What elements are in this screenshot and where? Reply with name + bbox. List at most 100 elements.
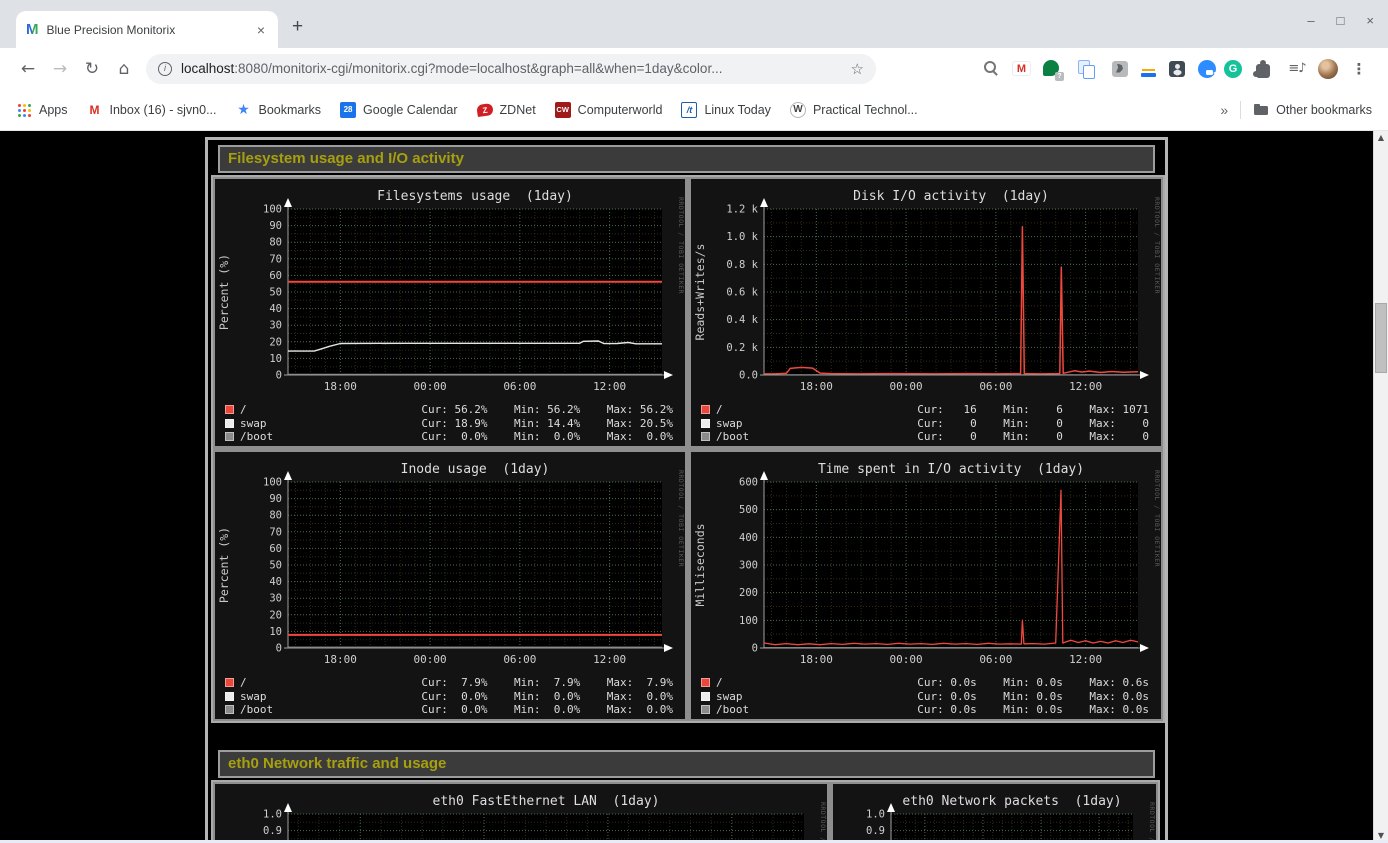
bookmarks-divider — [1240, 101, 1241, 119]
url-text[interactable]: localhost:8080/monitorix-cgi/monitorix.c… — [181, 61, 722, 76]
legend-stats: Cur: 0.0s Min: 0.0s Max: 0.6s — [917, 676, 1149, 689]
y-tick-label: 50 — [269, 287, 282, 299]
menu-icon[interactable]: ⋮ — [1346, 56, 1372, 82]
legend-label: /boot — [716, 430, 749, 443]
bookmark-item-apps[interactable]: Apps — [16, 102, 68, 118]
page-content: Filesystem usage and I/O activity 010203… — [0, 131, 1388, 843]
zdnet-icon: Z — [476, 102, 494, 116]
person-icon[interactable] — [1164, 56, 1190, 82]
scrollbar-up-arrow[interactable]: ▲ — [1374, 131, 1388, 145]
chart-panel-eth0_lan[interactable]: 0.00.10.20.30.40.50.60.70.80.91.018:0000… — [215, 784, 827, 843]
chart-graph-eth0_packets: 0.00.10.20.30.40.50.60.70.80.91.018:0000… — [833, 784, 1156, 843]
y-tick-label: 70 — [269, 253, 282, 265]
close-button[interactable]: × — [1366, 13, 1374, 28]
y-tick-label: 10 — [269, 353, 282, 365]
chart-legend: / Cur: 0.0s Min: 0.0s Max: 0.6s swap Cur: 0… — [701, 676, 1149, 717]
chart-panel-io_time[interactable]: 010020030040050060018:0000:0006:0012:00T… — [691, 452, 1161, 719]
bookmark-item-calendar[interactable]: 28 Google Calendar — [340, 102, 458, 118]
x-tick-label: 12:00 — [593, 653, 626, 666]
legend-stats: Cur: 0.0s Min: 0.0s Max: 0.0s — [917, 690, 1149, 703]
bookmark-item-zdnet[interactable]: ZZDNet — [477, 103, 536, 117]
legend-row: /bootCur: 0.0s Min: 0.0s Max: 0.0s — [701, 703, 1149, 717]
zoom-cam-icon[interactable] — [1198, 60, 1216, 78]
legend-swatch-icon — [701, 678, 710, 687]
bookmark-label: Google Calendar — [363, 103, 458, 117]
legend-label: /boot — [240, 430, 273, 443]
y-tick-label: 100 — [263, 204, 282, 216]
home-button[interactable]: ⌂ — [108, 59, 140, 79]
page-info-icon[interactable]: i — [158, 62, 172, 76]
playlist-icon[interactable]: ≡♪ — [1284, 56, 1310, 82]
bookmarks-overflow-chevron[interactable]: » — [1220, 102, 1228, 118]
scrollbar-thumb[interactable] — [1375, 303, 1387, 373]
y-tick-label: 0 — [276, 370, 282, 382]
legend-swatch-icon — [225, 419, 234, 428]
y-tick-label: 10 — [269, 626, 282, 638]
x-tick-label: 06:00 — [503, 380, 536, 393]
calendar-icon: 28 — [340, 102, 356, 118]
legend-label: /boot — [240, 703, 273, 716]
chat-icon[interactable] — [1039, 56, 1065, 82]
books-icon[interactable] — [1141, 73, 1156, 77]
x-tick-label: 00:00 — [890, 380, 923, 393]
y-tick-label: 40 — [269, 576, 282, 588]
back-button[interactable]: ← — [12, 59, 44, 79]
y-tick-label: 90 — [269, 493, 282, 505]
search-icon[interactable] — [978, 56, 1004, 82]
y-axis-label: Milliseconds — [693, 523, 707, 606]
other-bookmarks-button[interactable]: Other bookmarks — [1253, 102, 1372, 118]
grammarly-icon[interactable]: G — [1224, 60, 1242, 78]
chart-panel-disk_io[interactable]: 0.00.2 k0.4 k0.6 k0.8 k1.0 k1.2 k18:0000… — [691, 179, 1161, 446]
chart-graph-eth0_lan: 0.00.10.20.30.40.50.60.70.80.91.018:0000… — [215, 784, 827, 843]
new-tab-button[interactable]: + — [292, 16, 303, 38]
y-axis-label: Reads+Writes/s — [693, 244, 707, 341]
avatar-icon[interactable] — [1318, 59, 1338, 79]
y-tick-label: 40 — [269, 303, 282, 315]
y-tick-label: 1.0 — [866, 809, 885, 821]
legend-stats: Cur: 0.0% Min: 0.0% Max: 0.0% — [421, 703, 673, 716]
chart-panel-inode[interactable]: 010203040506070809010018:0000:0006:0012:… — [215, 452, 685, 719]
reload-button[interactable]: ↻ — [76, 59, 108, 79]
vertical-scrollbar[interactable]: ▲ ▼ — [1373, 131, 1388, 843]
legend-stats: Cur: 16 Min: 6 Max: 1071 — [917, 403, 1149, 416]
legend-row: /bootCur: 0.0% Min: 0.0% Max: 0.0% — [225, 430, 673, 444]
gmail-icon[interactable]: M — [1012, 61, 1031, 76]
y-tick-label: 100 — [263, 477, 282, 489]
legend-label: swap — [716, 690, 743, 703]
bookmark-item-gmail[interactable]: MInbox (16) - sjvn0... — [87, 102, 217, 118]
y-tick-label: 0.8 k — [726, 259, 758, 271]
chart-panel-fs_usage[interactable]: 010203040506070809010018:0000:0006:0012:… — [215, 179, 685, 446]
address-bar[interactable]: i localhost:8080/monitorix-cgi/monitorix… — [146, 54, 876, 84]
chart-panel-eth0_packets[interactable]: 0.00.10.20.30.40.50.60.70.80.91.018:0000… — [833, 784, 1156, 843]
forward-button[interactable]: → — [44, 59, 76, 79]
puzzle-icon[interactable] — [1250, 56, 1276, 82]
rrdtool-watermark: RRDTOOL / TOBI OETIKER — [677, 470, 685, 567]
tab-close-icon[interactable]: × — [254, 22, 268, 38]
legend-row: swapCur: 0 Min: 0 Max: 0 — [701, 417, 1149, 431]
bookmark-item-wordpress[interactable]: WPractical Technol... — [790, 102, 918, 118]
tab-bar: M Blue Precision Monitorix × + – □ × — [0, 0, 1388, 48]
legend-label: / — [240, 403, 247, 416]
x-tick-label: 18:00 — [800, 380, 833, 393]
bookmark-star-icon[interactable]: ☆ — [851, 60, 864, 78]
folder-icon — [1253, 102, 1269, 118]
cw-icon: CW — [555, 102, 571, 118]
minimize-button[interactable]: – — [1307, 13, 1314, 28]
tab-title: Blue Precision Monitorix — [47, 23, 246, 37]
bookmarks-bar: Apps MInbox (16) - sjvn0... ★Bookmarks 28 Go… — [0, 89, 1388, 131]
maximize-button[interactable]: □ — [1337, 13, 1345, 28]
monitorix-page-frame: Filesystem usage and I/O activity 010203… — [205, 137, 1168, 843]
apps-icon — [16, 102, 32, 118]
bookmark-item-star[interactable]: ★Bookmarks — [236, 102, 322, 118]
browser-tab[interactable]: M Blue Precision Monitorix × — [16, 11, 278, 48]
rrdtool-watermark: RRDTOOL / TOBI OETIKER — [819, 802, 827, 843]
rrdtool-watermark: RRDTOOL / TOBI OETIKER — [1148, 802, 1156, 843]
runner-icon[interactable] — [1107, 56, 1133, 82]
y-tick-label: 80 — [269, 510, 282, 522]
legend-row: /boot Cur: 0.0% Min: 0.0% Max: 0.0% — [225, 703, 673, 717]
copy-icon[interactable] — [1073, 56, 1099, 82]
bookmark-item-linuxtoday[interactable]: /tLinux Today — [681, 102, 771, 118]
section-gap — [208, 723, 1165, 750]
legend-label: / — [716, 676, 723, 689]
bookmark-item-cw[interactable]: CWComputerworld — [555, 102, 663, 118]
